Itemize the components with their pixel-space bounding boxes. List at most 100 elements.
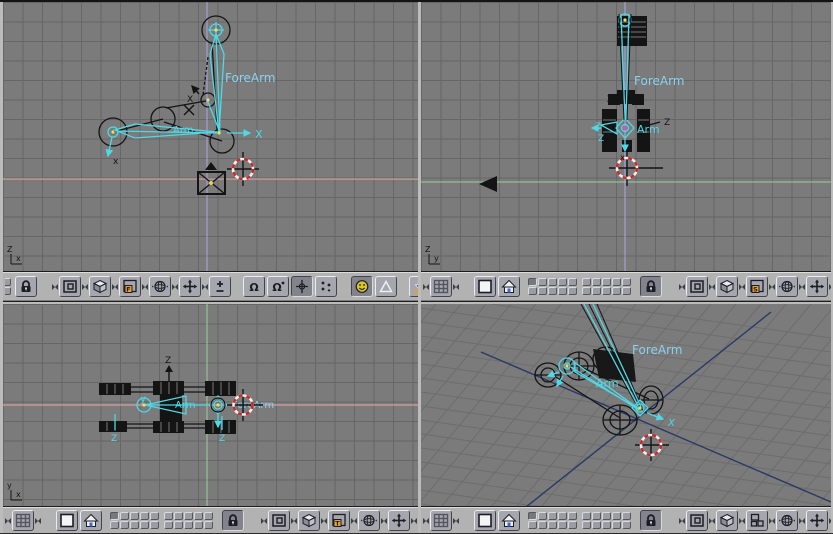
layer-button-9[interactable] — [612, 512, 621, 520]
crosshair-icon[interactable] — [291, 276, 313, 297]
cube-icon[interactable] — [89, 276, 111, 297]
pivot-box-icon[interactable]: S — [746, 276, 768, 297]
orbit-sphere-icon[interactable] — [149, 276, 171, 297]
border-select-icon[interactable] — [268, 510, 290, 531]
home-icon[interactable] — [80, 510, 102, 531]
fullscreen-icon[interactable] — [474, 276, 496, 297]
layer-button-16[interactable] — [582, 287, 591, 295]
layer-button-16[interactable] — [164, 521, 173, 529]
layer-button-19[interactable] — [612, 287, 621, 295]
window-grid-icon[interactable] — [12, 510, 34, 531]
layer-button-17[interactable] — [592, 287, 601, 295]
cube-icon[interactable] — [716, 510, 738, 531]
layer-buttons-clipped[interactable] — [5, 276, 14, 297]
pivot-box-icon[interactable]: F — [119, 276, 141, 297]
layer-button-20[interactable] — [622, 521, 631, 529]
smiley-icon[interactable] — [351, 276, 373, 297]
fullscreen-icon[interactable] — [56, 510, 78, 531]
layer-button-8[interactable] — [184, 512, 193, 520]
lock-icon[interactable] — [15, 276, 37, 297]
viewport-canvas-bottom-left[interactable]: Z y Arm ForeArm Z Z y — [3, 304, 418, 507]
border-select-icon[interactable] — [59, 276, 81, 297]
layer-button-7[interactable] — [174, 512, 183, 520]
viewport-canvas-top-left[interactable]: ForeArm Arm X x X Z x — [3, 2, 418, 272]
layer-button-13[interactable] — [130, 521, 139, 529]
layer-button-2[interactable] — [538, 278, 547, 286]
layer-button-6[interactable] — [582, 278, 591, 286]
cube-icon[interactable] — [716, 276, 738, 297]
layer-button-5[interactable] — [568, 278, 577, 286]
lock-icon[interactable] — [222, 510, 244, 531]
particles-icon[interactable] — [315, 276, 337, 297]
orbit-sphere-icon[interactable] — [776, 510, 798, 531]
layer-button-12[interactable] — [538, 287, 547, 295]
layer-button-19[interactable] — [194, 521, 203, 529]
layer-button-17[interactable] — [174, 521, 183, 529]
home-icon[interactable] — [498, 510, 520, 531]
layer-button-15[interactable] — [150, 521, 159, 529]
layer-button-11[interactable] — [528, 287, 537, 295]
layer-button-5[interactable] — [150, 512, 159, 520]
layer-button-1[interactable] — [110, 512, 119, 520]
fullscreen-icon[interactable] — [474, 510, 496, 531]
layer-button-19[interactable] — [612, 521, 621, 529]
layer-button-18[interactable] — [602, 521, 611, 529]
border-select-icon[interactable] — [686, 276, 708, 297]
layer-button-1[interactable] — [528, 278, 537, 286]
layer-button-15[interactable] — [568, 521, 577, 529]
window-grid-icon[interactable] — [430, 510, 452, 531]
cursor-3d[interactable] — [609, 152, 663, 186]
layer-button-12[interactable] — [538, 521, 547, 529]
layer-button-11[interactable] — [110, 521, 119, 529]
layer-button-18[interactable] — [602, 287, 611, 295]
layer-button-14[interactable] — [558, 287, 567, 295]
layer-button-20[interactable] — [622, 287, 631, 295]
orbit-sphere-icon[interactable] — [358, 510, 380, 531]
layer-button-5[interactable] — [568, 512, 577, 520]
layer-button-13[interactable] — [548, 287, 557, 295]
layer-button-7[interactable] — [592, 278, 601, 286]
squares-icon[interactable] — [746, 510, 768, 531]
layer-button-11[interactable] — [528, 521, 537, 529]
layer-button-4[interactable] — [558, 278, 567, 286]
omega-icon[interactable]: Ω — [243, 276, 265, 297]
omega-dot-icon[interactable]: Ω — [267, 276, 289, 297]
layer-button-10[interactable] — [622, 512, 631, 520]
layer-button-10[interactable] — [622, 278, 631, 286]
orbit-sphere-icon[interactable] — [776, 276, 798, 297]
lock-icon[interactable] — [640, 510, 662, 531]
layer-button-8[interactable] — [602, 278, 611, 286]
triangle-icon[interactable] — [375, 276, 397, 297]
translate-icon[interactable] — [179, 276, 201, 297]
translate-icon[interactable] — [806, 510, 828, 531]
layer-button-4[interactable] — [140, 512, 149, 520]
empty-arrow-object[interactable] — [479, 176, 497, 192]
layer-button-2[interactable] — [120, 512, 129, 520]
layer-button-1[interactable] — [528, 512, 537, 520]
layer-button-15[interactable] — [568, 287, 577, 295]
plus-minus-icon[interactable] — [209, 276, 231, 297]
layer-button-14[interactable] — [140, 521, 149, 529]
layer-button-16[interactable] — [582, 521, 591, 529]
cursor-3d[interactable] — [635, 429, 669, 461]
layer-button-4[interactable] — [558, 512, 567, 520]
layer-button-17[interactable] — [592, 521, 601, 529]
layer-button-3[interactable] — [548, 278, 557, 286]
layer-button-20[interactable] — [204, 521, 213, 529]
layer-button-9[interactable] — [194, 512, 203, 520]
layer-button-6[interactable] — [582, 512, 591, 520]
layer-button-9[interactable] — [612, 278, 621, 286]
border-select-icon[interactable] — [686, 510, 708, 531]
layer-button-3[interactable] — [548, 512, 557, 520]
cube-icon[interactable] — [298, 510, 320, 531]
layer-button-8[interactable] — [602, 512, 611, 520]
layer-button-3[interactable] — [130, 512, 139, 520]
home-icon[interactable] — [498, 276, 520, 297]
viewport-canvas-top-right[interactable]: ForeArm Arm Z Z Z Z x Z y — [421, 2, 831, 272]
pivot-box-icon[interactable]: T — [328, 510, 350, 531]
layer-button-18[interactable] — [184, 521, 193, 529]
window-grid-icon[interactable] — [430, 276, 452, 297]
layer-button-2[interactable] — [538, 512, 547, 520]
translate-icon[interactable] — [388, 510, 410, 531]
cursor-3d[interactable] — [227, 152, 259, 186]
